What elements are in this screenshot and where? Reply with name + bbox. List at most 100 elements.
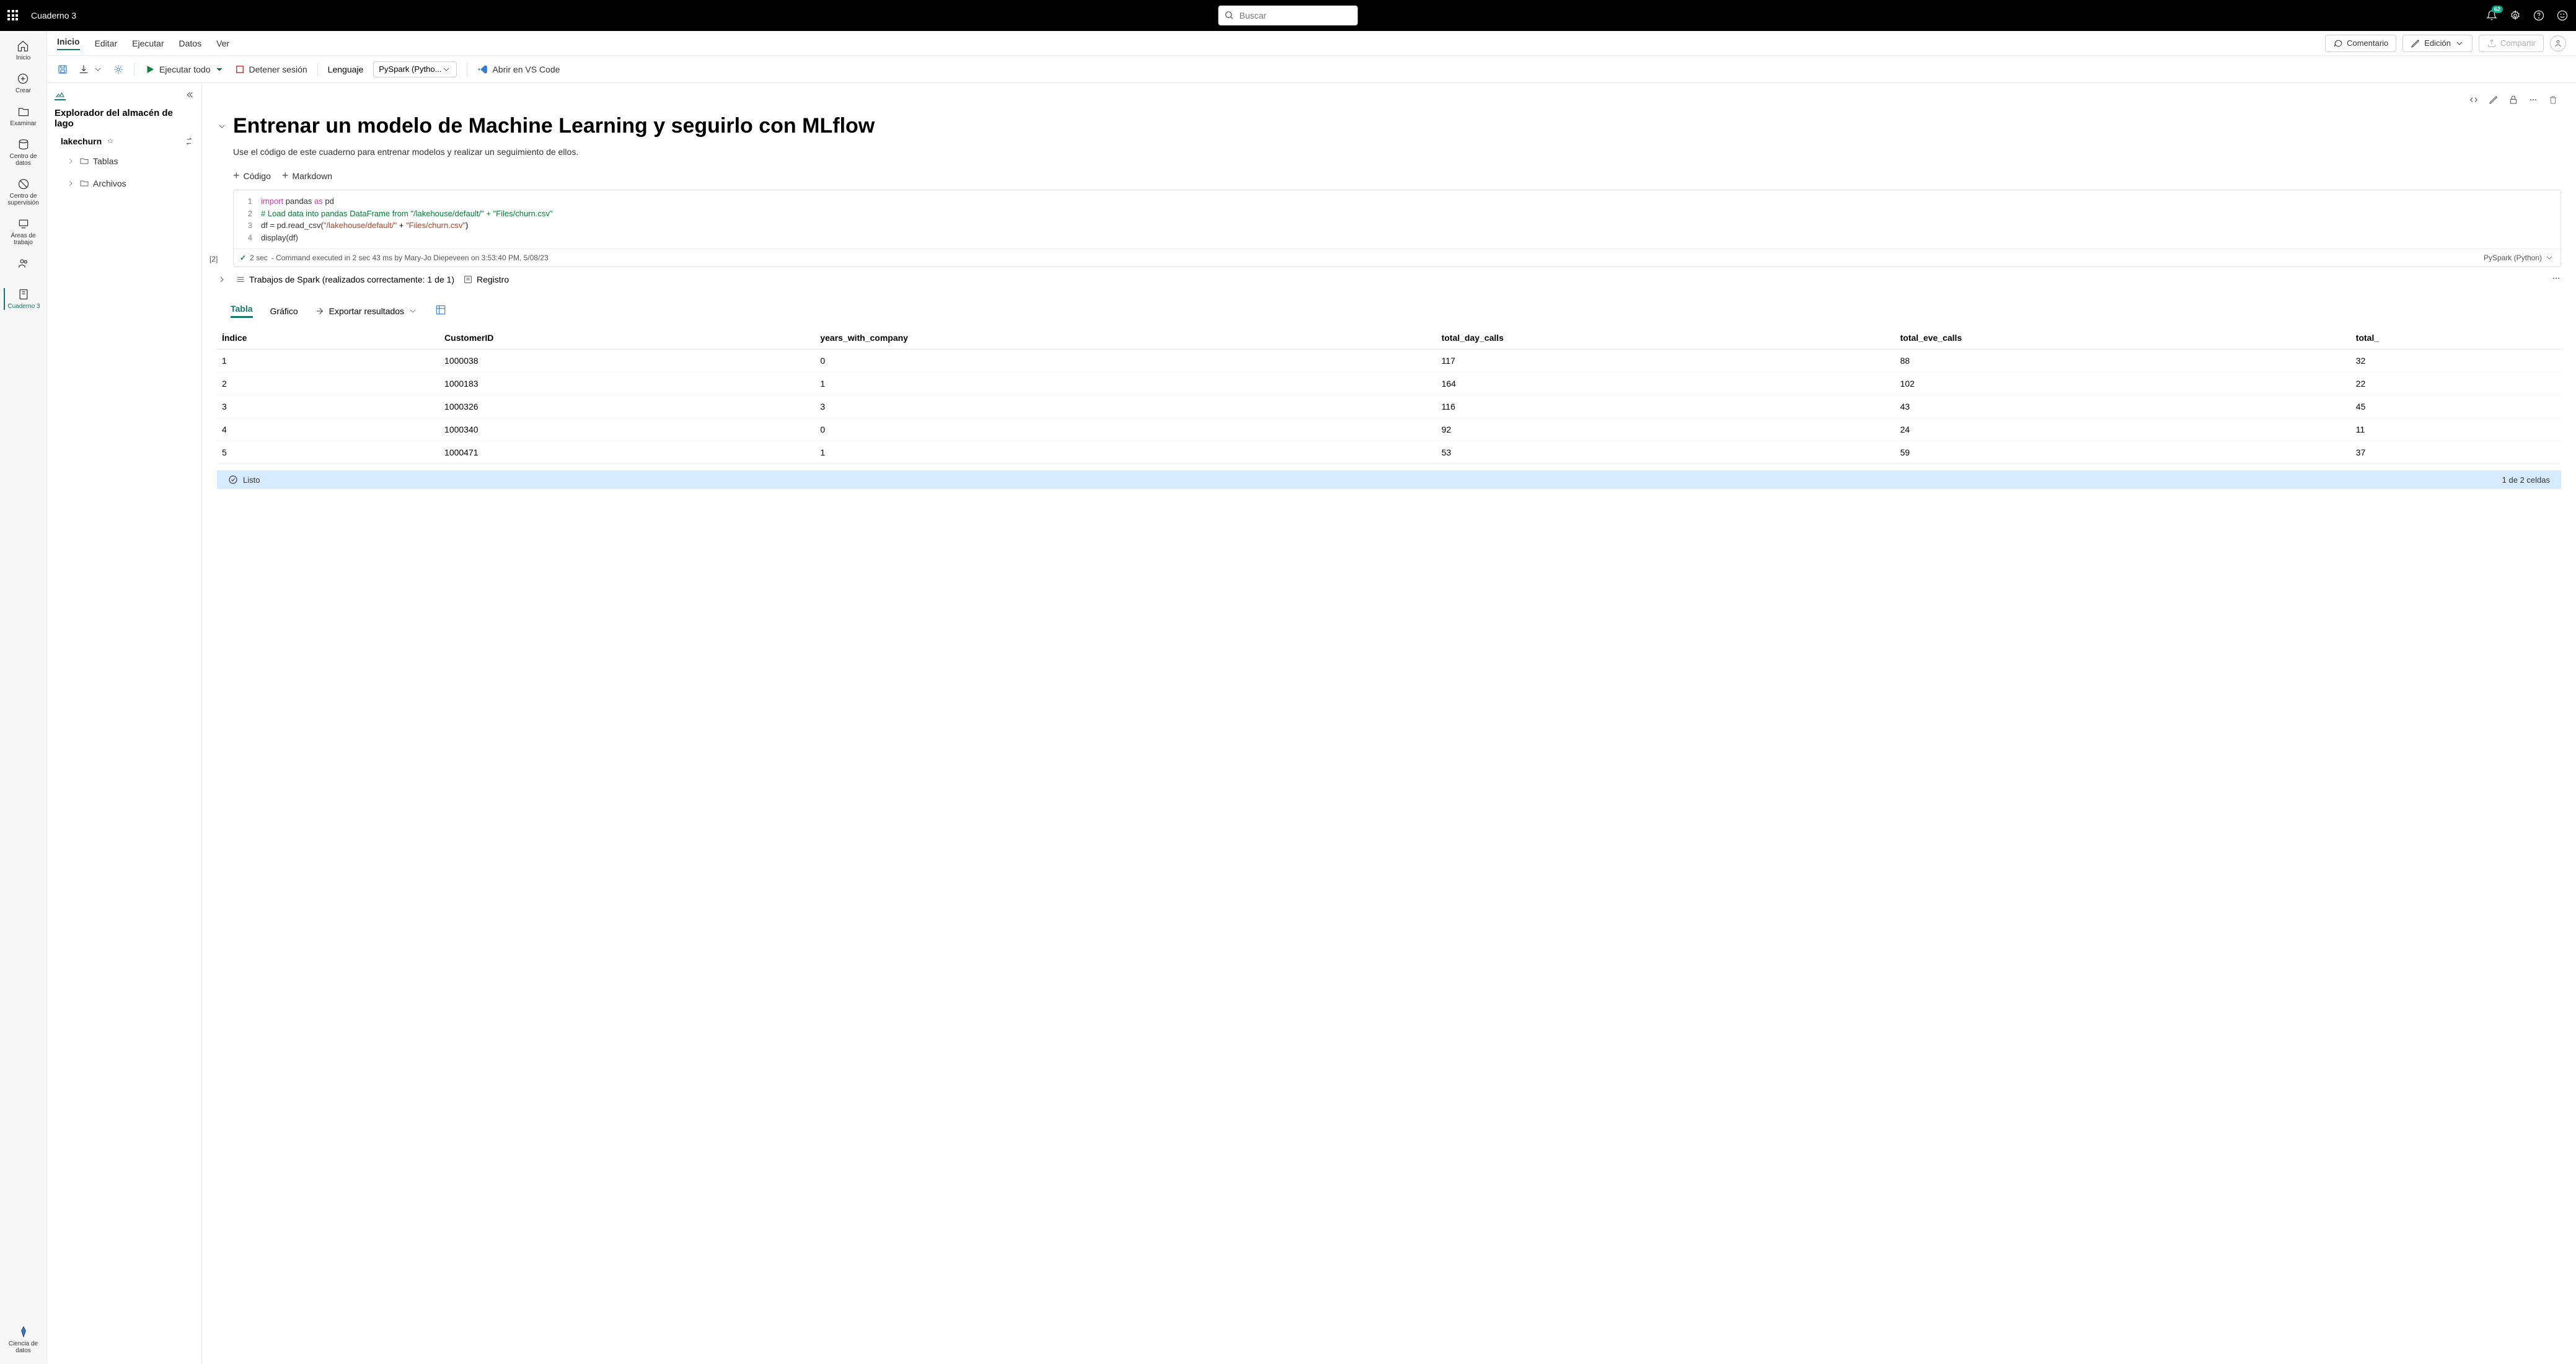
more-icon[interactable] bbox=[2525, 92, 2541, 108]
lakehouse-name[interactable]: lakechurn bbox=[55, 136, 194, 146]
notebook-title: Entrenar un modelo de Machine Learning y… bbox=[233, 114, 2561, 138]
table-header[interactable]: Índice bbox=[217, 327, 439, 350]
table-cell: 5 bbox=[217, 441, 439, 464]
nav-datahub[interactable]: Centro de datos bbox=[0, 138, 46, 167]
language-select[interactable]: PySpark (Pytho... bbox=[373, 61, 457, 77]
nav-people[interactable] bbox=[15, 257, 32, 270]
table-cell: 43 bbox=[1895, 395, 2351, 418]
table-row: 1100003801178832 bbox=[217, 350, 2561, 372]
menu-view[interactable]: Ver bbox=[216, 38, 229, 48]
explorer-title: Explorador del almacén de lago bbox=[55, 108, 194, 129]
edit-icon[interactable] bbox=[2486, 92, 2502, 108]
top-icons: 62 bbox=[2486, 9, 2569, 22]
log-icon bbox=[463, 275, 473, 284]
chevron-down-icon bbox=[441, 64, 451, 74]
app-launcher-icon[interactable] bbox=[7, 10, 19, 21]
table-cell: 1000183 bbox=[439, 372, 815, 395]
comment-button[interactable]: Comentario bbox=[2325, 35, 2396, 52]
cell-language-button[interactable]: PySpark (Python) bbox=[2484, 253, 2554, 263]
code-icon[interactable] bbox=[2466, 92, 2482, 108]
menu-home[interactable]: Inicio bbox=[57, 37, 80, 50]
explorer-panel: Explorador del almacén de lago lakechurn… bbox=[47, 83, 202, 1364]
tab-table[interactable]: Tabla bbox=[231, 304, 253, 318]
download-icon[interactable] bbox=[78, 64, 103, 75]
settings-icon[interactable] bbox=[2509, 9, 2521, 22]
toolbar: Ejecutar todo Detener sesión Lenguaje Py… bbox=[47, 56, 2576, 83]
search-input[interactable] bbox=[1219, 6, 1358, 25]
table-cell: 1 bbox=[217, 350, 439, 372]
table-cell: 1000326 bbox=[439, 395, 815, 418]
lock-icon[interactable] bbox=[2505, 92, 2521, 108]
chevron-down-icon bbox=[2544, 253, 2554, 263]
people-icon[interactable] bbox=[2550, 35, 2566, 51]
chevron-down-icon bbox=[2455, 38, 2464, 48]
spark-jobs[interactable]: Trabajos de Spark (realizados correctame… bbox=[236, 275, 454, 284]
table-row: 510004711535937 bbox=[217, 441, 2561, 464]
nav-notebook-active[interactable]: Cuaderno 3 bbox=[4, 288, 42, 310]
help-icon[interactable] bbox=[2533, 9, 2545, 22]
code-cell[interactable]: 1import pandas as pd 2# Load data into p… bbox=[233, 190, 2561, 267]
table-cell: 117 bbox=[1437, 350, 1895, 372]
table-cell: 0 bbox=[815, 418, 1436, 441]
tab-chart[interactable]: Gráfico bbox=[270, 306, 298, 316]
tree-tables[interactable]: Tablas bbox=[55, 154, 194, 169]
nav-browse[interactable]: Examinar bbox=[7, 105, 38, 127]
open-vscode-button[interactable]: Abrir en VS Code bbox=[477, 64, 560, 75]
cell-status: ✓ 2 sec - Command executed in 2 sec 43 m… bbox=[234, 249, 2561, 266]
table-header[interactable]: years_with_company bbox=[815, 327, 1436, 350]
collapse-panel-icon[interactable] bbox=[184, 90, 194, 100]
table-row: 410003400922411 bbox=[217, 418, 2561, 441]
tree-files[interactable]: Archivos bbox=[55, 176, 194, 191]
table-cell: 164 bbox=[1437, 372, 1895, 395]
save-icon[interactable] bbox=[57, 64, 68, 75]
log[interactable]: Registro bbox=[463, 275, 509, 284]
table-header[interactable]: total_day_calls bbox=[1437, 327, 1895, 350]
nav-workspaces[interactable]: Áreas de trabajo bbox=[0, 218, 46, 246]
table-cell: 24 bbox=[1895, 418, 2351, 441]
nav-create[interactable]: Crear bbox=[13, 73, 33, 94]
insert-code-button[interactable]: +Código bbox=[233, 169, 271, 182]
export-results[interactable]: Exportar resultados bbox=[315, 306, 418, 316]
nav-datascience[interactable]: Ciencia de datos bbox=[0, 1326, 46, 1354]
statusbar: Listo 1 de 2 celdas bbox=[217, 470, 2561, 489]
table-cell: 102 bbox=[1895, 372, 2351, 395]
edit-mode-button[interactable]: Edición bbox=[2402, 35, 2472, 52]
table-cell: 88 bbox=[1895, 350, 2351, 372]
cell-actions bbox=[217, 89, 2561, 110]
table-header[interactable]: total_ bbox=[2351, 327, 2561, 350]
table-header[interactable]: CustomerID bbox=[439, 327, 815, 350]
settings-toolbar-icon[interactable] bbox=[113, 64, 124, 75]
nav-monitor[interactable]: Centro de supervisión bbox=[0, 178, 46, 206]
search-field[interactable] bbox=[1240, 11, 1352, 20]
main: Inicio Crear Examinar Centro de datos Ce… bbox=[0, 31, 2576, 1364]
run-all-button[interactable]: Ejecutar todo bbox=[144, 64, 224, 75]
table-settings-icon[interactable] bbox=[435, 304, 446, 315]
leftnav: Inicio Crear Examinar Centro de datos Ce… bbox=[0, 31, 47, 1364]
table-cell: 1 bbox=[815, 441, 1436, 464]
check-icon bbox=[228, 475, 238, 485]
check-icon: ✓ bbox=[240, 253, 246, 262]
lakehouse-icon bbox=[55, 89, 66, 100]
more-icon[interactable] bbox=[2551, 273, 2561, 285]
list-icon bbox=[236, 275, 245, 284]
expand-icon[interactable] bbox=[217, 275, 227, 284]
notebook-area: Entrenar un modelo de Machine Learning y… bbox=[202, 83, 2576, 1364]
stop-session-button[interactable]: Detener sesión bbox=[234, 64, 307, 75]
insert-markdown-button[interactable]: +Markdown bbox=[282, 169, 332, 182]
menu-data[interactable]: Datos bbox=[179, 38, 202, 48]
notifications-icon[interactable]: 62 bbox=[2486, 9, 2498, 22]
table-header[interactable]: total_eve_calls bbox=[1895, 327, 2351, 350]
collapse-cell-icon[interactable] bbox=[217, 121, 227, 131]
swap-icon[interactable] bbox=[184, 136, 194, 146]
chevron-right-icon bbox=[66, 156, 76, 166]
table-cell: 59 bbox=[1895, 441, 2351, 464]
nav-home[interactable]: Inicio bbox=[14, 40, 33, 61]
menu-run[interactable]: Ejecutar bbox=[132, 38, 164, 48]
table-cell: 1000038 bbox=[439, 350, 815, 372]
menu-edit[interactable]: Editar bbox=[95, 38, 118, 48]
chevron-down-icon bbox=[408, 306, 418, 316]
table-cell: 0 bbox=[815, 350, 1436, 372]
feedback-icon[interactable] bbox=[2556, 9, 2569, 22]
pin-icon[interactable] bbox=[105, 136, 115, 146]
delete-icon[interactable] bbox=[2545, 92, 2561, 108]
